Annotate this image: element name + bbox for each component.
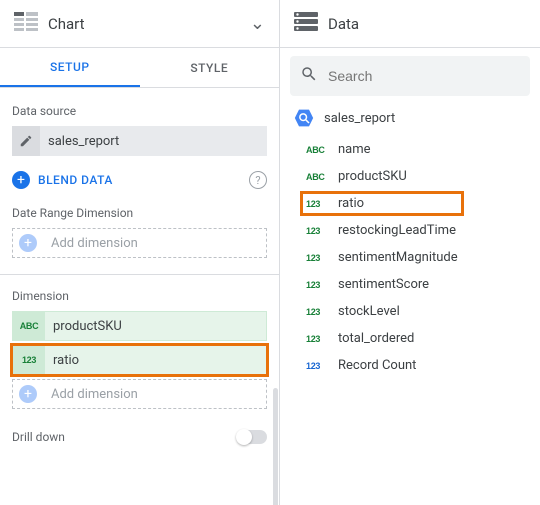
dimension-chip-productsku[interactable]: ABC productSKU [12,311,267,341]
table-chart-icon [14,12,38,36]
field-row-sentimentscore[interactable]: 123 sentimentScore [292,271,534,298]
dimension-label: Dimension [12,289,267,303]
type-badge: 123 [306,280,330,290]
chart-panel-title: Chart [48,15,85,33]
add-dimension-text: Add dimension [51,236,138,251]
field-row-total-ordered[interactable]: 123 total_ordered [292,325,534,352]
field-row-name[interactable]: ABC name [292,136,534,163]
type-badge: 123 [306,361,330,371]
field-row-stocklevel[interactable]: 123 stockLevel [292,298,534,325]
tabs: SETUP STYLE [0,48,279,88]
chevron-down-icon[interactable]: ⌄ [250,13,265,34]
field-name: sentimentMagnitude [338,250,458,265]
data-source-header[interactable]: sales_report [280,104,540,136]
search-bar[interactable] [290,56,530,96]
field-row-record-count[interactable]: 123 Record Count [292,352,534,379]
field-name: stockLevel [338,304,400,319]
chart-panel: Chart ⌄ SETUP STYLE Data source sales_re… [0,0,280,505]
date-range-slot[interactable]: + Add dimension [12,228,267,258]
date-range-label: Date Range Dimension [12,206,267,220]
add-dimension-text: Add dimension [51,387,138,402]
data-panel-title: Data [328,15,359,33]
field-name: ratio [338,196,364,211]
blend-data-row[interactable]: + BLEND DATA ? [12,166,267,194]
field-name: Record Count [338,358,416,373]
database-icon [294,12,318,36]
help-icon[interactable]: ? [249,171,267,189]
dimension-name: productSKU [45,319,122,334]
dimension-name: ratio [45,353,79,368]
type-badge: 123 [306,307,330,317]
add-dimension-slot[interactable]: + Add dimension [12,379,267,409]
type-badge-123: 123 [13,346,45,374]
tab-setup[interactable]: SETUP [0,48,140,87]
dimension-chip-ratio[interactable]: 123 ratio [12,345,267,375]
data-source-row[interactable]: sales_report [12,126,267,156]
search-input[interactable] [328,68,520,84]
field-row-sentimentmagnitude[interactable]: 123 sentimentMagnitude [292,244,534,271]
plus-icon: + [12,171,30,189]
plus-icon: + [19,385,37,403]
data-source-label: Data source [12,104,267,118]
drill-down-label: Drill down [12,430,237,444]
chart-panel-header[interactable]: Chart ⌄ [0,0,279,48]
scrollbar[interactable] [273,388,278,505]
type-badge: ABC [306,172,330,182]
data-panel: Data sales_report ABC name ABC productSKU 12… [280,0,540,505]
type-badge: 123 [306,334,330,344]
data-panel-header: Data [280,0,540,48]
data-source-name: sales_report [40,134,119,149]
drill-down-toggle[interactable] [237,430,267,444]
search-icon [300,65,318,87]
field-name: restockingLeadTime [338,223,456,238]
pencil-icon[interactable] [12,126,40,156]
field-row-restockingleadtime[interactable]: 123 restockingLeadTime [292,217,534,244]
field-row-ratio[interactable]: 123 ratio [292,190,534,217]
field-row-productsku[interactable]: ABC productSKU [292,163,534,190]
data-source-name: sales_report [324,111,395,126]
plus-icon: + [19,234,37,252]
field-name: sentimentScore [338,277,429,292]
type-badge: 123 [306,226,330,236]
field-name: total_ordered [338,331,414,346]
type-badge-abc: ABC [13,312,45,340]
blend-data-label: BLEND DATA [38,173,249,187]
divider [0,274,279,275]
tab-style[interactable]: STYLE [140,48,280,87]
drill-down-row: Drill down [12,423,267,451]
type-badge: 123 [306,199,330,209]
field-name: name [338,142,371,157]
type-badge: ABC [306,145,330,155]
bigquery-icon [294,108,314,128]
type-badge: 123 [306,253,330,263]
field-list: ABC name ABC productSKU 123 ratio 123 restockin… [280,136,540,379]
field-name: productSKU [338,169,407,184]
